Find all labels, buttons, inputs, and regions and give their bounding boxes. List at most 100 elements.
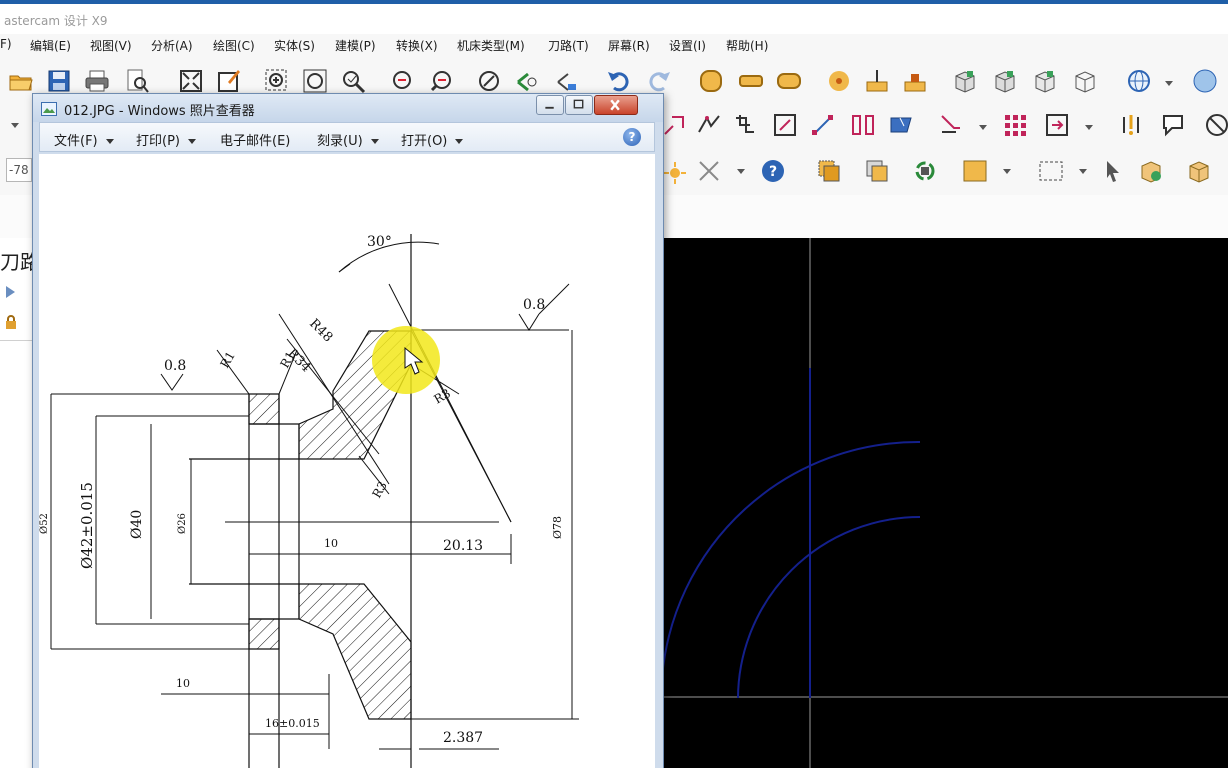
delete-x-icon[interactable] — [696, 158, 722, 184]
menu-model[interactable]: 建模(P) — [335, 37, 376, 54]
menu-toolpaths[interactable]: 刀路(T) — [548, 37, 589, 54]
hatch-bottom-shoulder — [248, 618, 280, 650]
roughness-left-label: 0.8 — [164, 358, 186, 374]
select-ops-icon[interactable] — [4, 284, 18, 298]
redo-icon[interactable] — [646, 68, 672, 94]
solid-view-icon[interactable] — [1032, 68, 1058, 94]
viewport-geometry — [661, 238, 1228, 768]
dia-78-label: Ø78 — [551, 516, 564, 539]
save-icon[interactable] — [46, 68, 72, 94]
lock-icon[interactable] — [4, 314, 18, 329]
extrude-icon[interactable] — [864, 68, 890, 94]
coordinate-field[interactable]: -78 — [6, 158, 32, 182]
menu-file-item[interactable]: 文件(F) — [54, 130, 114, 149]
zoom-window-icon[interactable] — [264, 68, 290, 94]
help-button[interactable]: ? — [623, 128, 641, 146]
print-icon[interactable] — [84, 68, 110, 94]
unzoom-icon[interactable] — [428, 68, 454, 94]
extrude-cut-icon[interactable] — [902, 68, 928, 94]
solid-box-icon[interactable] — [952, 68, 978, 94]
cancel-circle-icon[interactable] — [1204, 112, 1228, 138]
zoom-target-icon[interactable] — [302, 68, 328, 94]
menu-view[interactable]: 视图(V) — [90, 37, 132, 54]
dynamic-rotate-icon[interactable] — [476, 68, 502, 94]
rotate-view-icon[interactable] — [514, 68, 540, 94]
offset-icon[interactable] — [732, 112, 758, 138]
maximize-button[interactable] — [565, 95, 593, 115]
project-icon[interactable] — [888, 112, 914, 138]
print-preview-icon[interactable] — [124, 68, 150, 94]
menu-file-label: 文件(F) — [54, 134, 98, 149]
bar-shape-icon[interactable] — [738, 68, 764, 94]
zoom-selected-icon[interactable] — [340, 68, 366, 94]
len-10a-label: 10 — [324, 537, 338, 550]
box-select-icon[interactable] — [962, 158, 988, 184]
photo-image-area[interactable]: 30° R48 R34 R1 R1 R3 R3 0.8 0.8 Ø52 Ø42±… — [39, 154, 655, 768]
open-file-icon[interactable] — [8, 68, 34, 94]
menu-analyze[interactable]: 分析(A) — [151, 37, 193, 54]
light-icon[interactable] — [1118, 112, 1144, 138]
select-group-icon[interactable] — [864, 158, 890, 184]
menu-burn-item[interactable]: 刻录(U) — [317, 130, 379, 149]
window-select-icon[interactable] — [1038, 158, 1064, 184]
pointer-icon[interactable] — [1100, 158, 1126, 184]
mirror-icon[interactable] — [850, 112, 876, 138]
photo-viewer-window: 012.JPG - Windows 照片查看器 文件(F) 打印(P) 电子邮件… — [32, 93, 664, 768]
unzoom-previous-icon[interactable] — [390, 68, 416, 94]
slot-shape-icon[interactable] — [776, 68, 802, 94]
translate-dropdown-icon[interactable] — [1084, 122, 1094, 132]
line-endpoint-icon[interactable] — [810, 112, 836, 138]
menu-machine-type[interactable]: 机床类型(M) — [457, 37, 525, 54]
fit-screen-icon[interactable] — [178, 68, 204, 94]
select-all-icon[interactable] — [816, 158, 842, 184]
view-cursor-icon[interactable] — [552, 68, 578, 94]
menu-help[interactable]: 帮助(H) — [726, 37, 768, 54]
drag-icon[interactable] — [938, 112, 964, 138]
solid-layer-icon[interactable] — [992, 68, 1018, 94]
dia-40-label: Ø40 — [129, 510, 145, 539]
photo-viewer-title-bar[interactable]: 012.JPG - Windows 照片查看器 — [33, 94, 663, 122]
row2-dropdown-icon[interactable] — [10, 120, 20, 130]
delete-dropdown-icon[interactable] — [736, 166, 746, 176]
menu-edit[interactable]: 编辑(E) — [30, 37, 71, 54]
scale-icon[interactable] — [772, 112, 798, 138]
close-button[interactable] — [594, 95, 638, 115]
chevron-down-icon — [370, 139, 379, 144]
menu-solids[interactable]: 实体(S) — [274, 37, 315, 54]
sphere-icon[interactable] — [1192, 68, 1218, 94]
menu-print-item[interactable]: 打印(P) — [136, 130, 196, 149]
menu-email-item[interactable]: 电子邮件(E) — [220, 130, 290, 149]
roughness-symbol-left — [160, 373, 184, 391]
sun-icon[interactable] — [662, 160, 688, 186]
graphics-viewport[interactable] — [661, 238, 1228, 768]
menu-draw[interactable]: 绘图(C) — [213, 37, 255, 54]
solid-wire-icon[interactable] — [1072, 68, 1098, 94]
refresh-select-icon[interactable] — [912, 158, 938, 184]
help-circle-icon[interactable]: ? — [760, 158, 786, 184]
solid-box-select-icon[interactable] — [1186, 158, 1212, 184]
menu-xform[interactable]: 转换(X) — [396, 37, 438, 54]
menu-file[interactable]: F) — [0, 37, 12, 51]
menu-settings[interactable]: 设置(I) — [669, 37, 706, 54]
outer-arc — [661, 440, 921, 679]
point-shape-icon[interactable] — [826, 68, 852, 94]
drag-dropdown-icon[interactable] — [978, 122, 988, 132]
undo-icon[interactable] — [606, 68, 632, 94]
dia-42-label: Ø42±0.015 — [78, 482, 96, 569]
minimize-button[interactable] — [536, 95, 564, 115]
split-icon[interactable] — [696, 112, 722, 138]
solid-select-icon[interactable] — [1138, 158, 1164, 184]
grid-icon[interactable] — [1002, 112, 1028, 138]
len-16-label: 16±0.015 — [265, 717, 320, 730]
menu-open-item[interactable]: 打开(O) — [401, 130, 464, 149]
window-select-dropdown-icon[interactable] — [1078, 166, 1088, 176]
box-select-dropdown-icon[interactable] — [1002, 166, 1012, 176]
note-icon[interactable] — [1160, 112, 1186, 138]
menu-screen[interactable]: 屏幕(R) — [608, 37, 650, 54]
repaint-icon[interactable] — [216, 68, 242, 94]
translate-icon[interactable] — [1044, 112, 1070, 138]
chain-icon[interactable] — [662, 112, 688, 138]
globe-icon[interactable] — [1126, 68, 1152, 94]
globe-dropdown-icon[interactable] — [1164, 78, 1174, 88]
circle-select-icon[interactable] — [698, 68, 724, 94]
